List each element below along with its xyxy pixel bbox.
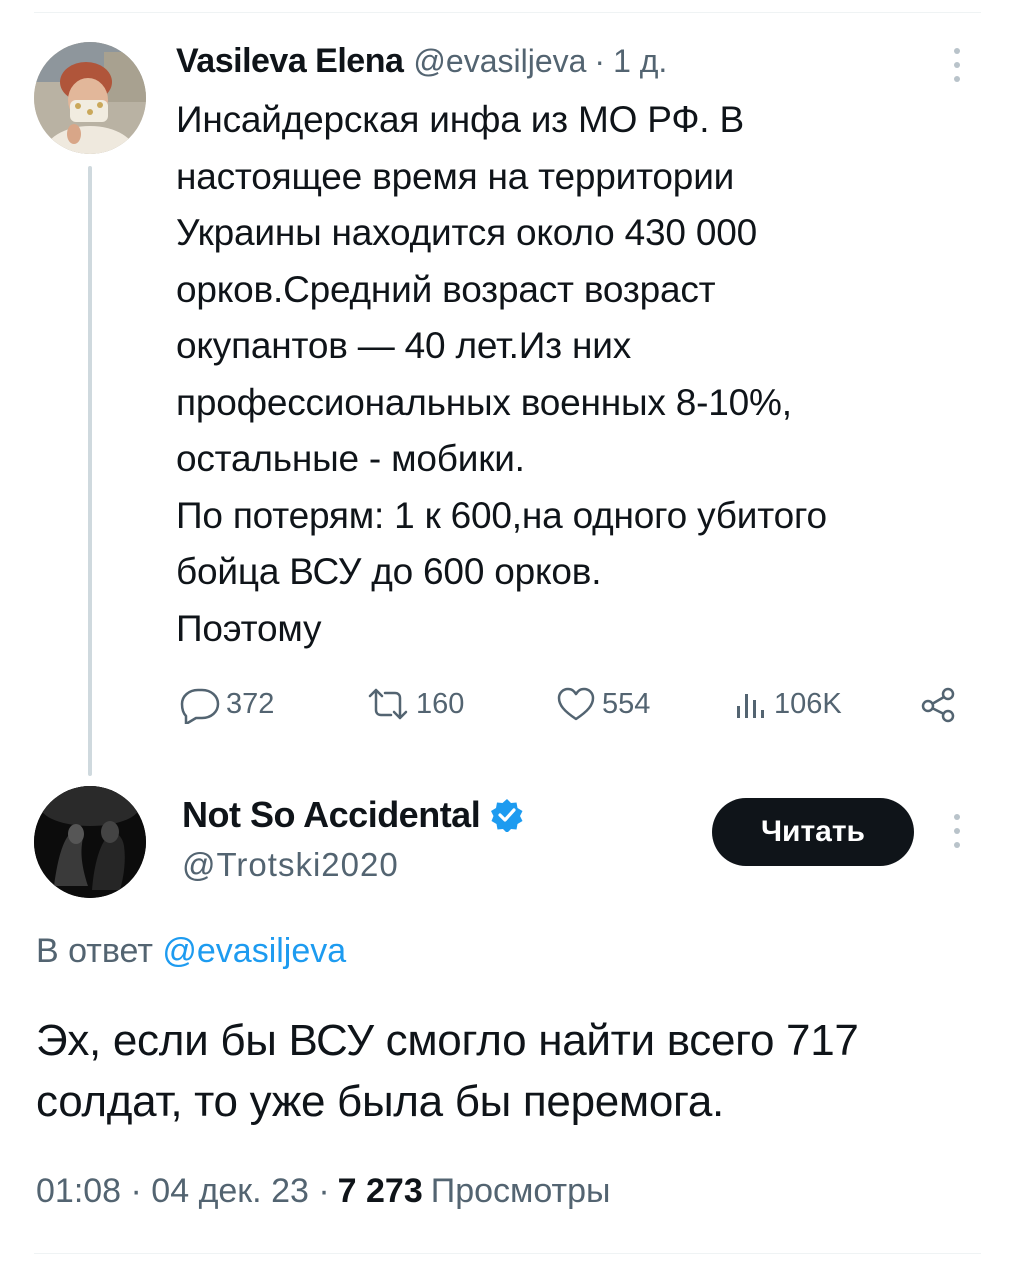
views-icon (737, 694, 764, 718)
tweet1-text: Инсайдерская инфа из МО РФ. В настоящее … (176, 99, 827, 649)
avatar[interactable] (34, 786, 146, 898)
share-icon (921, 687, 955, 723)
tweet2-text: Эх, если бы ВСУ смогло найти всего 717 с… (36, 1016, 859, 1126)
more-icon[interactable] (952, 48, 962, 82)
reply-prefix: В ответ (36, 932, 153, 970)
reply-button[interactable]: 372 (174, 676, 274, 732)
retweet-button[interactable]: 160 (364, 676, 464, 732)
like-count: 554 (602, 687, 651, 720)
bottom-divider (34, 1253, 981, 1254)
tweet1-header: Vasileva Elena @evasiljeva · 1 д. (176, 42, 667, 82)
views-button[interactable]: 106K (732, 676, 842, 732)
share-button[interactable] (916, 676, 960, 732)
author-name[interactable]: Not So Accidental (182, 794, 481, 836)
author-handle[interactable]: @evasiljeva (413, 43, 586, 80)
author-name[interactable]: Vasileva Elena (176, 42, 404, 81)
follow-button[interactable]: Читать (712, 798, 914, 866)
reply-count: 372 (226, 687, 275, 720)
reply-icon (180, 688, 220, 724)
views-label: Просмотры (430, 1172, 611, 1210)
reply-context: В ответ @evasiljeva (36, 932, 346, 971)
author-handle[interactable]: @Trotski2020 (182, 846, 399, 884)
top-divider (34, 12, 981, 13)
like-icon (557, 687, 595, 721)
separator: · (594, 43, 606, 79)
reply-handle-link[interactable]: @evasiljeva (162, 932, 346, 970)
thread-line (88, 166, 92, 776)
tweet1-actions: 372 160 554 106K (174, 676, 966, 732)
tweet-timestamp[interactable]: 01:08 · 04 дек. 23 · (36, 1172, 330, 1211)
retweet-icon (368, 688, 408, 720)
retweet-count: 160 (416, 687, 465, 720)
tweet-time[interactable]: 1 д. (613, 43, 667, 80)
like-button[interactable]: 554 (554, 676, 650, 732)
verified-badge-icon (491, 799, 523, 832)
views-count: 7 273 (337, 1172, 423, 1210)
avatar[interactable] (34, 42, 146, 154)
more-icon[interactable] (952, 814, 962, 848)
tweet2-author-row: Not So Accidental (182, 794, 524, 836)
tweet2-meta: 01:08 · 04 дек. 23 · 7 273 Просмотры (36, 1172, 610, 1211)
views-count: 106K (774, 687, 842, 720)
